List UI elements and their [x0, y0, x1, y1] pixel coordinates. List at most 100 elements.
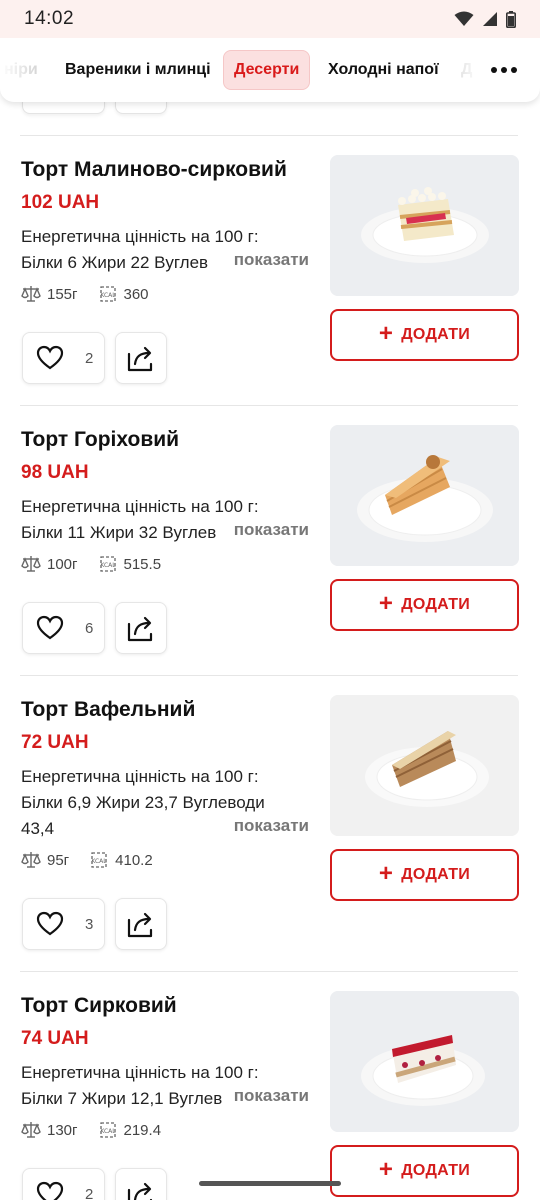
product-image [330, 991, 519, 1132]
add-to-cart-button[interactable]: + ДОДАТИ [330, 849, 519, 901]
share-button[interactable] [115, 898, 167, 950]
nutrition-line: Енергетична цінність на 100 г: [21, 1063, 259, 1082]
product-weight: 95г [47, 851, 70, 869]
kcal-icon: KCAL [91, 852, 108, 868]
status-icons [454, 10, 516, 28]
like-count: 2 [85, 349, 94, 367]
scale-icon [21, 556, 41, 572]
plus-icon: + [378, 860, 394, 887]
like-count: 2 [85, 1185, 94, 1200]
share-button[interactable] [115, 1168, 167, 1200]
scale-icon [21, 1122, 41, 1138]
scale-icon [21, 852, 41, 868]
product-weight: 100г [47, 555, 78, 573]
add-to-cart-button[interactable]: + ДОДАТИ [330, 309, 519, 361]
add-button-label: ДОДАТИ [401, 1162, 471, 1179]
like-button[interactable]: 2 [22, 1168, 105, 1200]
nutrition-line: Енергетична цінність на 100 г: [21, 767, 259, 786]
add-button-label: ДОДАТИ [401, 596, 471, 613]
product-image [330, 425, 519, 566]
more-dot [511, 67, 517, 73]
product-image [330, 695, 519, 836]
divider [20, 675, 518, 676]
nutrition-line: Енергетична цінність на 100 г: [21, 497, 259, 516]
heart-icon [36, 615, 64, 640]
nutrition-line: Енергетична цінність на 100 г: [21, 227, 259, 246]
svg-text:KCAL: KCAL [100, 292, 116, 299]
share-icon [127, 346, 153, 372]
product-meta: 130г KCAL 219.4 [21, 1121, 161, 1139]
product-price: 72 UAH [21, 732, 89, 753]
product-name: Торт Вафельний [21, 698, 196, 721]
show-more-link[interactable]: показати [219, 250, 309, 270]
product-meta: 95г KCAL 410.2 [21, 851, 153, 869]
wifi-icon [454, 11, 474, 26]
add-button-label: ДОДАТИ [401, 866, 471, 883]
more-categories-button[interactable] [478, 50, 530, 90]
show-more-link[interactable]: показати [219, 520, 309, 540]
share-icon [127, 616, 153, 642]
like-count: 6 [85, 619, 94, 637]
share-icon [127, 1182, 153, 1200]
product-meta: 155г KCAL 360 [21, 285, 149, 303]
product-kcal: 360 [123, 285, 149, 303]
more-dot [501, 67, 507, 73]
tab-prev-category[interactable]: ніри [0, 50, 48, 90]
product-weight: 155г [47, 285, 78, 303]
share-icon [127, 912, 153, 938]
tab-cold-drinks[interactable]: Холодні напої [318, 50, 449, 90]
like-button[interactable]: 2 [22, 332, 105, 384]
heart-icon [36, 345, 64, 370]
show-more-link[interactable]: показати [219, 816, 309, 836]
scale-icon [21, 286, 41, 302]
product-weight: 130г [47, 1121, 78, 1139]
product-price: 102 UAH [21, 192, 100, 213]
status-bar: 14:02 [0, 0, 540, 38]
divider [20, 971, 518, 972]
home-indicator[interactable] [199, 1181, 341, 1186]
share-button[interactable] [115, 332, 167, 384]
product-price: 98 UAH [21, 462, 89, 483]
nutrition-line: Білки 6 Жири 22 Вуглев [21, 253, 209, 272]
like-count: 3 [85, 915, 94, 933]
signal-icon [483, 12, 497, 26]
tab-vareniki[interactable]: Вареники і млинці [55, 50, 221, 90]
product-name: Торт Горіховий [21, 428, 180, 451]
category-tabs: ніри Вареники і млинці Десерти Холодні н… [0, 38, 540, 102]
product-image [330, 155, 519, 296]
add-button-label: ДОДАТИ [401, 326, 471, 343]
product-name: Торт Малиново-сирковий [21, 158, 287, 181]
nutrition-line: Білки 11 Жири 32 Вуглев [21, 523, 217, 542]
divider [20, 405, 518, 406]
add-to-cart-button[interactable]: + ДОДАТИ [330, 1145, 519, 1197]
heart-icon [36, 911, 64, 936]
product-price: 74 UAH [21, 1028, 89, 1049]
svg-text:KCAL: KCAL [100, 562, 116, 569]
status-time: 14:02 [24, 8, 75, 29]
like-button[interactable]: 6 [22, 602, 105, 654]
plus-icon: + [378, 320, 394, 347]
nutrition-line: Білки 6,9 Жири 23,7 Вуглеводи [21, 793, 265, 812]
share-button[interactable] [115, 602, 167, 654]
product-kcal: 515.5 [123, 555, 162, 573]
like-button[interactable]: 3 [22, 898, 105, 950]
show-more-link[interactable]: показати [219, 1086, 309, 1106]
more-dots-icon [491, 67, 497, 73]
svg-text:KCAL: KCAL [92, 858, 108, 865]
product-kcal: 219.4 [123, 1121, 162, 1139]
plus-icon: + [378, 590, 394, 617]
heart-icon [36, 1181, 64, 1200]
add-to-cart-button[interactable]: + ДОДАТИ [330, 579, 519, 631]
svg-text:KCAL: KCAL [100, 1128, 116, 1135]
divider [20, 135, 518, 136]
product-kcal: 410.2 [115, 851, 153, 869]
kcal-icon: KCAL [99, 556, 116, 572]
nutrition-line: Білки 7 Жири 12,1 Вуглев [21, 1089, 223, 1108]
tab-deserty[interactable]: Десерти [223, 50, 311, 90]
product-meta: 100г KCAL 515.5 [21, 555, 161, 573]
plus-icon: + [378, 1156, 394, 1183]
kcal-icon: KCAL [99, 286, 116, 302]
kcal-icon: KCAL [99, 1122, 116, 1138]
battery-icon [506, 10, 516, 28]
product-name: Торт Сирковий [21, 994, 177, 1017]
